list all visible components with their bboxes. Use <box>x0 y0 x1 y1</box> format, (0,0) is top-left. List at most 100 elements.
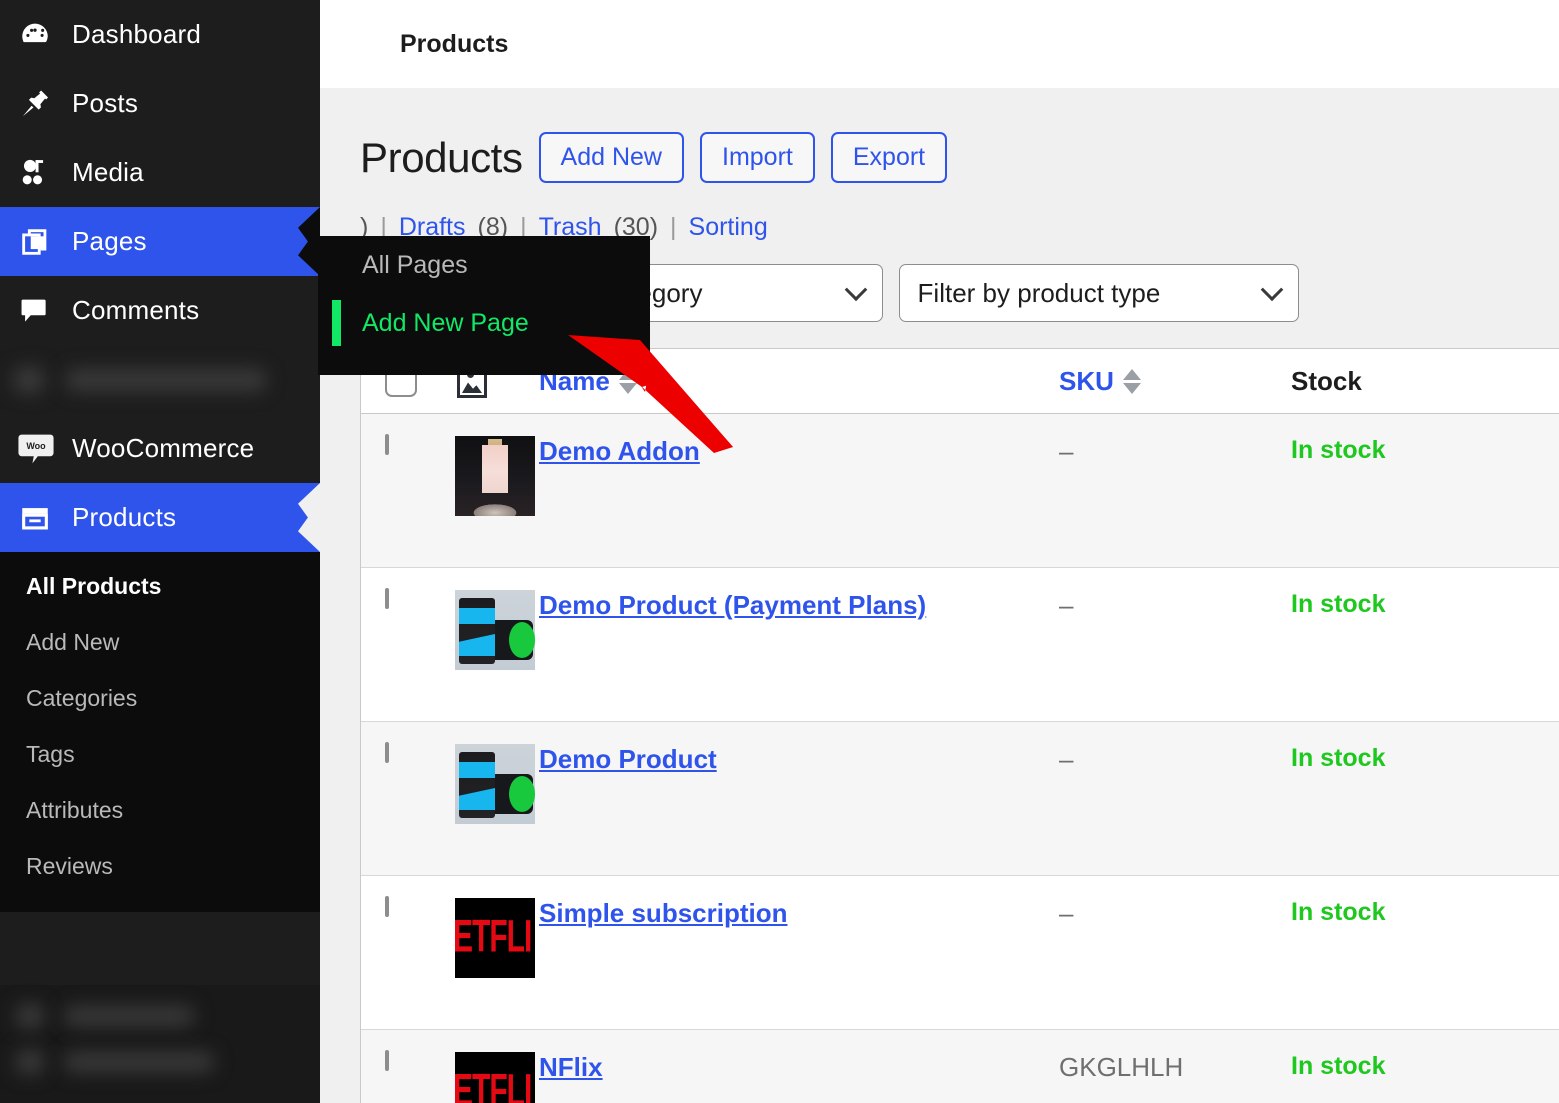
product-sku: – <box>1059 744 1073 774</box>
flyout-item-all-pages[interactable]: All Pages <box>318 236 650 294</box>
row-checkbox[interactable] <box>385 588 389 609</box>
sidebar-item-comments[interactable]: Comments <box>0 276 320 345</box>
submenu-item-categories[interactable]: Categories <box>0 670 320 726</box>
table-row[interactable]: NFlix GKGLHLH In stock <box>361 1030 1559 1103</box>
media-icon <box>18 156 64 190</box>
stock-status: In stock <box>1291 744 1385 772</box>
submenu-item-add-new[interactable]: Add New <box>0 614 320 670</box>
product-thumbnail <box>455 898 535 978</box>
add-new-button[interactable]: Add New <box>539 132 684 183</box>
sidebar-item-pages[interactable]: Pages <box>0 207 320 276</box>
stock-status: In stock <box>1291 1052 1385 1080</box>
products-submenu: All Products Add New Categories Tags Att… <box>0 552 320 912</box>
import-button[interactable]: Import <box>700 132 815 183</box>
redacted-icon <box>16 1050 44 1074</box>
sidebar-item-label: WooCommerce <box>72 433 254 464</box>
product-name-link[interactable]: Demo Product <box>539 744 717 774</box>
redacted-label <box>64 1052 214 1072</box>
stock-status: In stock <box>1291 436 1385 464</box>
flyout-item-add-new-page[interactable]: Add New Page <box>318 294 650 352</box>
products-icon <box>18 501 64 535</box>
submenu-label: Categories <box>26 685 137 712</box>
submenu-item-reviews[interactable]: Reviews <box>0 838 320 894</box>
submenu-label: Attributes <box>26 797 123 824</box>
sidebar-footer-redacted <box>0 985 320 1103</box>
row-checkbox[interactable] <box>385 1050 389 1071</box>
pin-icon <box>18 87 64 121</box>
sidebar-item-woocommerce[interactable]: Woo WooCommerce <box>0 414 320 483</box>
table-row[interactable]: Demo Addon – In stock <box>361 414 1559 568</box>
row-checkbox[interactable] <box>385 742 389 763</box>
status-link-sorting[interactable]: Sorting <box>689 213 768 242</box>
submenu-label: All Products <box>26 573 161 600</box>
row-checkbox[interactable] <box>385 434 389 455</box>
status-separator-3: | <box>670 213 677 242</box>
comment-icon <box>18 294 64 328</box>
stock-status: In stock <box>1291 898 1385 926</box>
export-button[interactable]: Export <box>831 132 947 183</box>
product-type-select[interactable]: Filter by product type <box>899 264 1299 322</box>
submenu-item-all-products[interactable]: All Products <box>0 558 320 614</box>
product-sku: – <box>1059 898 1073 928</box>
product-name-link[interactable]: NFlix <box>539 1052 603 1082</box>
sidebar-item-label: Products <box>72 502 176 533</box>
product-name-link[interactable]: Simple subscription <box>539 898 788 928</box>
table-body: Demo Addon – In stock Demo Product (Paym… <box>361 414 1559 1103</box>
product-name-link[interactable]: Demo Addon <box>539 436 700 466</box>
top-bar: Products <box>320 0 1559 88</box>
sku-column-header[interactable]: SKU <box>1059 349 1291 414</box>
submenu-item-attributes[interactable]: Attributes <box>0 782 320 838</box>
product-thumbnail <box>455 744 535 824</box>
flyout-item-label: Add New Page <box>362 309 529 338</box>
sku-column-label: SKU <box>1059 366 1114 397</box>
sidebar-item-label: Comments <box>72 295 199 326</box>
redacted-icon <box>16 1004 44 1028</box>
product-name-link[interactable]: Demo Product (Payment Plans) <box>539 590 926 620</box>
redacted-icon <box>14 367 44 393</box>
pages-icon <box>18 225 64 259</box>
woo-icon: Woo <box>18 433 64 465</box>
sidebar-footer-item[interactable] <box>16 1045 304 1079</box>
sidebar-item-media[interactable]: Media <box>0 138 320 207</box>
table-row[interactable]: Simple subscription – In stock <box>361 876 1559 1030</box>
dashboard-icon <box>18 18 64 52</box>
redacted-label <box>66 369 266 391</box>
sort-arrows-icon[interactable] <box>1123 369 1141 394</box>
sidebar-item-label: Pages <box>72 226 147 257</box>
submenu-label: Add New <box>26 629 119 656</box>
sidebar-footer-item[interactable] <box>16 999 304 1033</box>
redacted-label <box>64 1006 194 1026</box>
stock-column-header: Stock <box>1291 349 1559 414</box>
flyout-item-label: All Pages <box>362 251 468 280</box>
submenu-label: Reviews <box>26 853 113 880</box>
admin-sidebar: Dashboard Posts Media <box>0 0 320 1103</box>
stock-status: In stock <box>1291 590 1385 618</box>
svg-text:Woo: Woo <box>26 441 46 451</box>
sidebar-item-posts[interactable]: Posts <box>0 69 320 138</box>
sidebar-item-redacted[interactable] <box>14 345 306 414</box>
product-sku: GKGLHLH <box>1059 1052 1183 1082</box>
chevron-down-icon <box>844 278 867 301</box>
row-checkbox[interactable] <box>385 896 389 917</box>
table-row[interactable]: Demo Product (Payment Plans) – In stock <box>361 568 1559 722</box>
sidebar-item-label: Dashboard <box>72 19 201 50</box>
sidebar-item-dashboard[interactable]: Dashboard <box>0 0 320 69</box>
sidebar-item-products[interactable]: Products <box>0 483 320 552</box>
admin-screen: Products Products Add New Import Export … <box>0 0 1559 1103</box>
submenu-item-tags[interactable]: Tags <box>0 726 320 782</box>
submenu-label: Tags <box>26 741 75 768</box>
table-row[interactable]: Demo Product – In stock <box>361 722 1559 876</box>
stock-column-label: Stock <box>1291 366 1362 397</box>
chevron-down-icon <box>1260 278 1283 301</box>
product-thumbnail <box>455 1052 535 1103</box>
product-thumbnail <box>455 590 535 670</box>
page-title: Products <box>360 134 523 182</box>
topbar-title: Products <box>400 30 508 59</box>
sidebar-item-label: Media <box>72 157 144 188</box>
pages-flyout-menu: All Pages Add New Page <box>318 236 650 375</box>
product-thumbnail <box>455 436 535 516</box>
product-sku: – <box>1059 436 1073 466</box>
sidebar-item-label: Posts <box>72 88 138 119</box>
products-table: Name SKU <box>361 349 1559 1103</box>
main-content: Products Products Add New Import Export … <box>320 0 1559 1103</box>
